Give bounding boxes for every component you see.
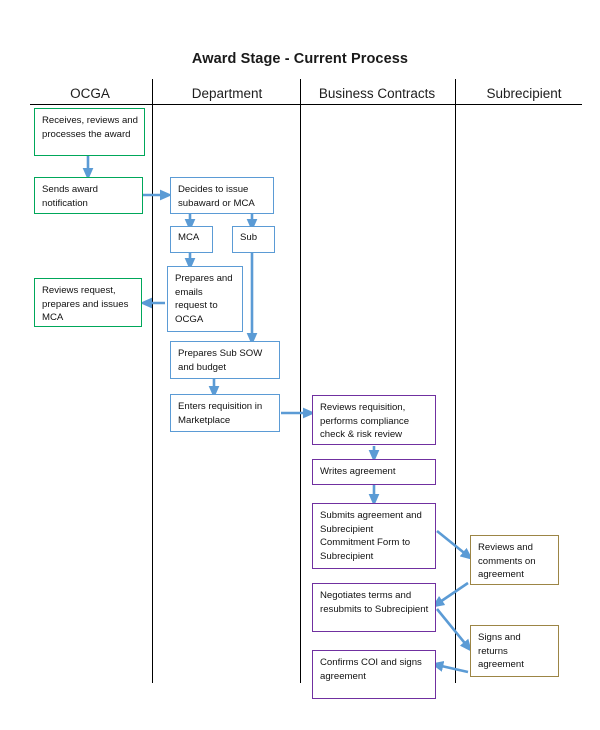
node-sub-reviews-comments[interactable]: Reviews and comments on agreement bbox=[470, 535, 559, 585]
node-dept-prepares-sow[interactable]: Prepares Sub SOW and budget bbox=[170, 341, 280, 379]
lane-header-business-contracts: Business Contracts bbox=[318, 86, 436, 101]
node-ocga-receives[interactable]: Receives, reviews and processes the awar… bbox=[34, 108, 145, 156]
flowchart-canvas: Award Stage - Current Process OCGA Depar… bbox=[0, 0, 600, 730]
node-dept-enters-requisition[interactable]: Enters requisition in Marketplace bbox=[170, 394, 280, 432]
lane-divider-3 bbox=[455, 79, 457, 683]
lane-header-department: Department bbox=[191, 86, 263, 101]
lane-divider-2 bbox=[300, 79, 302, 683]
node-dept-decides[interactable]: Decides to issue subaward or MCA bbox=[170, 177, 274, 214]
node-bc-writes-agreement[interactable]: Writes agreement bbox=[312, 459, 436, 485]
node-ocga-sends[interactable]: Sends award notification bbox=[34, 177, 143, 214]
node-bc-negotiates-terms[interactable]: Negotiates terms and resubmits to Subrec… bbox=[312, 583, 436, 632]
node-sub-signs-returns[interactable]: Signs and returns agreement bbox=[470, 625, 559, 677]
node-bc-submits-agreement[interactable]: Submits agreement and Subrecipient Commi… bbox=[312, 503, 436, 569]
lane-divider-1 bbox=[152, 79, 154, 683]
node-bc-reviews-requisition[interactable]: Reviews requisition, performs compliance… bbox=[312, 395, 436, 445]
node-ocga-reviews-request[interactable]: Reviews request, prepares and issues MCA bbox=[34, 278, 142, 327]
header-divider-line bbox=[30, 104, 582, 105]
node-bc-confirms-coi[interactable]: Confirms COI and signs agreement bbox=[312, 650, 436, 699]
node-dept-prepares-emails[interactable]: Prepares and emails request to OCGA bbox=[167, 266, 243, 332]
lane-header-subrecipient: Subrecipient bbox=[486, 86, 562, 101]
node-dept-sub[interactable]: Sub bbox=[232, 226, 275, 253]
node-dept-mca[interactable]: MCA bbox=[170, 226, 213, 253]
lane-header-ocga: OCGA bbox=[70, 86, 110, 101]
page-title: Award Stage - Current Process bbox=[191, 51, 409, 67]
